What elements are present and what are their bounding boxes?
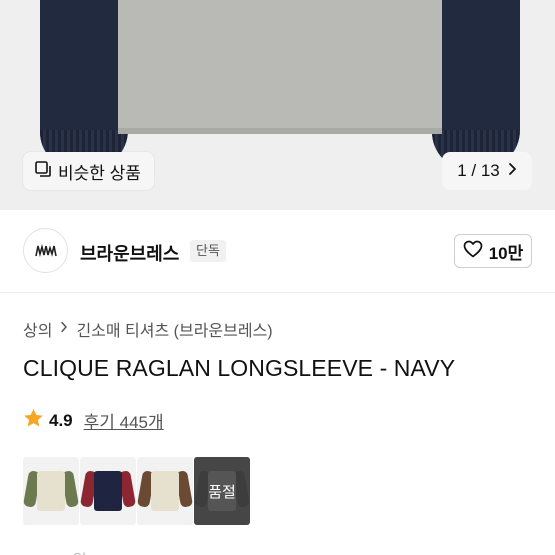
color-options: 품절 (23, 457, 250, 525)
like-button[interactable]: 10만 (454, 234, 532, 268)
heart-icon (463, 240, 483, 263)
similar-icon (34, 160, 52, 183)
product-image[interactable]: 비슷한 상품 1 / 13 (0, 0, 555, 210)
color-option-olive[interactable] (23, 457, 79, 525)
similar-products-label: 비슷한 상품 (58, 163, 141, 183)
similar-products-button[interactable]: 비슷한 상품 (23, 152, 154, 190)
like-count: 10만 (488, 243, 524, 263)
sleeve-left-graphic (40, 0, 128, 170)
image-counter[interactable]: 1 / 13 (442, 152, 532, 190)
price-peek: 59,000원 (23, 547, 87, 555)
brand-logo[interactable] (23, 228, 68, 273)
rating-summary: 4.9 후기 445개 (23, 408, 164, 433)
brand-name[interactable]: 브라운브레스 (80, 240, 179, 266)
sleeve-right-graphic (432, 0, 520, 170)
chevron-right-icon (508, 162, 517, 181)
color-option-soldout[interactable]: 품절 (194, 457, 250, 525)
breadcrumb-item-category[interactable]: 상의 (23, 317, 52, 341)
breadcrumb-item-subcategory[interactable]: 긴소매 티셔츠 (브라운브레스) (76, 317, 272, 341)
shirt-hem-graphic (118, 128, 442, 134)
exclusive-badge: 단독 (190, 240, 226, 262)
image-counter-text: 1 / 13 (457, 161, 500, 180)
breadcrumb: 상의 긴소매 티셔츠 (브라운브레스) (23, 317, 273, 341)
color-option-navy-red[interactable] (80, 457, 136, 525)
soldout-label: 품절 (208, 483, 236, 501)
shirt-body-graphic (118, 0, 442, 132)
review-count-link[interactable]: 후기 445개 (84, 408, 164, 433)
section-divider (0, 292, 555, 293)
product-title: CLIQUE RAGLAN LONGSLEEVE - NAVY (23, 355, 456, 381)
brand-logo-icon (34, 243, 57, 257)
rating-score: 4.9 (49, 410, 73, 430)
star-icon (23, 408, 44, 433)
color-option-brown[interactable] (137, 457, 193, 525)
chevron-right-icon (60, 320, 68, 338)
